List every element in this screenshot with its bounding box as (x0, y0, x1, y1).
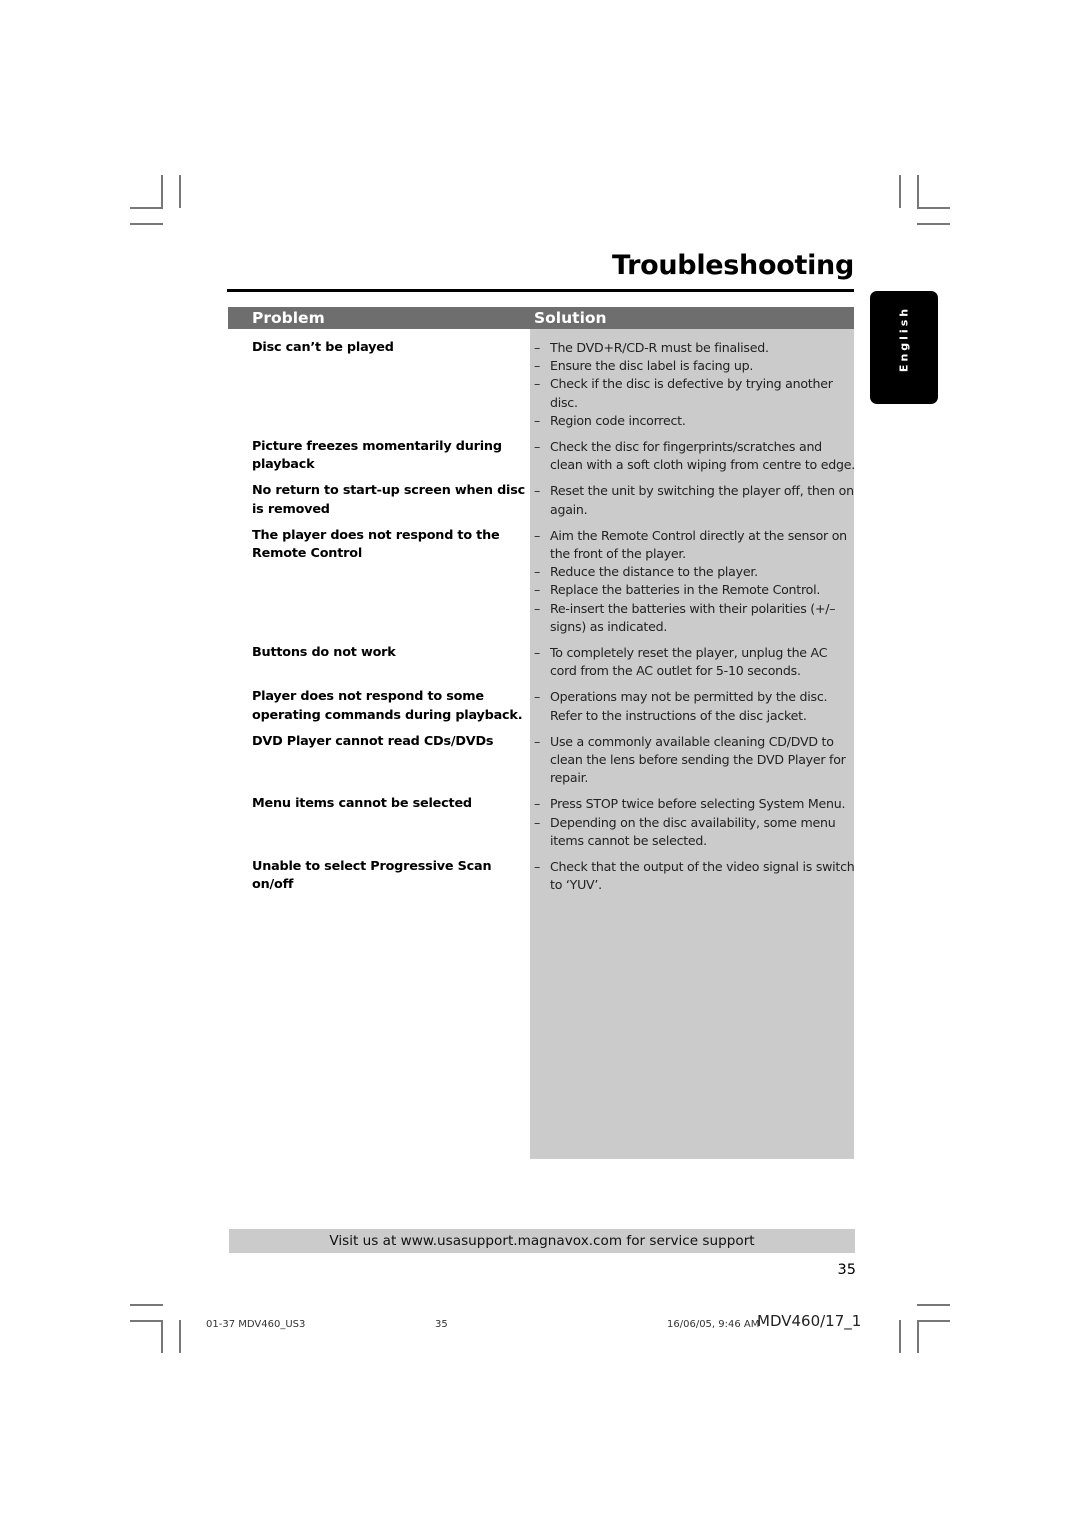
solution-item: The DVD+R/CD-R must be finalised. (530, 339, 856, 357)
problem-header: Problem (252, 309, 325, 327)
solution-item: Region code incorrect. (530, 412, 856, 430)
table-row: Picture freezes momentarily during playb… (252, 438, 856, 474)
crop-mark (130, 207, 163, 209)
solution-item: Reset the unit by switching the player o… (530, 482, 856, 518)
solution-item: Replace the batteries in the Remote Cont… (530, 581, 856, 599)
solution-list: Use a commonly available cleaning CD/DVD… (530, 733, 856, 788)
crop-mark (917, 1320, 919, 1353)
problem-text: Picture freezes momentarily during playb… (252, 439, 502, 473)
crop-mark (161, 175, 163, 208)
solution-item: Ensure the disc label is facing up. (530, 357, 856, 375)
page-title: Troubleshooting (611, 250, 854, 281)
solution-item: Check if the disc is defective by trying… (530, 375, 856, 411)
footer-model: MDV460/17_1 (757, 1312, 862, 1330)
solution-item: Check the disc for fingerprints/scratche… (530, 438, 856, 474)
solution-item: Aim the Remote Control directly at the s… (530, 527, 856, 563)
crop-mark (179, 1320, 181, 1353)
table-row: The player does not respond to the Remot… (252, 527, 856, 636)
table-row: DVD Player cannot read CDs/DVDs Use a com… (252, 733, 856, 788)
solution-list: Operations may not be permitted by the d… (530, 688, 856, 724)
solution-item: Press STOP twice before selecting System… (530, 795, 856, 813)
problem-text: The player does not respond to the Remot… (252, 527, 500, 562)
table-row: Unable to select Progressive Scan on/off… (252, 858, 856, 894)
title-rule (227, 289, 854, 292)
footer-timestamp: 16/06/05, 9:46 AM (667, 1319, 760, 1330)
solution-list: The DVD+R/CD-R must be finalised.Ensure … (530, 339, 856, 430)
solution-item: Use a commonly available cleaning CD/DVD… (530, 733, 856, 788)
table-row: Disc can’t be played The DVD+R/CD-R must … (252, 339, 856, 430)
footer-page: 35 (435, 1319, 448, 1330)
problem-text: DVD Player cannot read CDs/DVDs (252, 733, 494, 749)
problem-text: Menu items cannot be selected (252, 796, 472, 812)
support-banner: Visit us at www.usasupport.magnavox.com … (229, 1229, 855, 1253)
solution-item: Reduce the distance to the player. (530, 563, 856, 581)
solution-list: Reset the unit by switching the player o… (530, 482, 856, 518)
crop-mark (161, 1320, 163, 1353)
problem-text: Buttons do not work (252, 645, 396, 661)
crop-mark (917, 1304, 950, 1306)
solution-list: Press STOP twice before selecting System… (530, 795, 856, 850)
solution-item: Re-insert the batteries with their polar… (530, 600, 856, 636)
crop-mark (899, 1320, 901, 1353)
solution-list: To completely reset the player, unplug t… (530, 644, 856, 680)
solution-item: Depending on the disc availability, some… (530, 814, 856, 850)
problem-text: Unable to select Progressive Scan on/off (252, 859, 492, 893)
solution-list: Aim the Remote Control directly at the s… (530, 527, 856, 636)
crop-mark (899, 175, 901, 208)
troubleshooting-table: Disc can’t be played The DVD+R/CD-R must … (252, 339, 856, 902)
crop-mark (917, 175, 919, 208)
crop-mark (130, 1320, 163, 1322)
solution-item: To completely reset the player, unplug t… (530, 644, 856, 680)
crop-mark (130, 223, 163, 225)
crop-mark (130, 1304, 163, 1306)
problem-text: Disc can’t be played (252, 340, 394, 355)
solution-item: Check that the output of the video signa… (530, 858, 856, 894)
solution-header: Solution (534, 309, 607, 327)
footer-file: 01-37 MDV460_US3 (206, 1319, 306, 1330)
crop-mark (917, 223, 950, 225)
language-tab: English (870, 291, 938, 404)
crop-mark (917, 1320, 950, 1322)
table-row: Player does not respond to some operatin… (252, 688, 856, 724)
crop-mark (917, 207, 950, 209)
table-row: Buttons do not work To completely reset t… (252, 644, 856, 680)
solution-item: Operations may not be permitted by the d… (530, 688, 856, 724)
table-row: Menu items cannot be selected Press STOP … (252, 795, 856, 850)
solution-list: Check that the output of the video signa… (530, 858, 856, 894)
language-label: English (897, 305, 911, 373)
page-number: 35 (837, 1262, 856, 1278)
problem-text: No return to start-up screen when disc i… (252, 483, 526, 517)
crop-mark (179, 175, 181, 208)
problem-text: Player does not respond to some operatin… (252, 689, 523, 723)
table-row: No return to start-up screen when disc i… (252, 482, 856, 518)
table-header: Problem Solution (228, 307, 854, 329)
solution-list: Check the disc for fingerprints/scratche… (530, 438, 856, 474)
